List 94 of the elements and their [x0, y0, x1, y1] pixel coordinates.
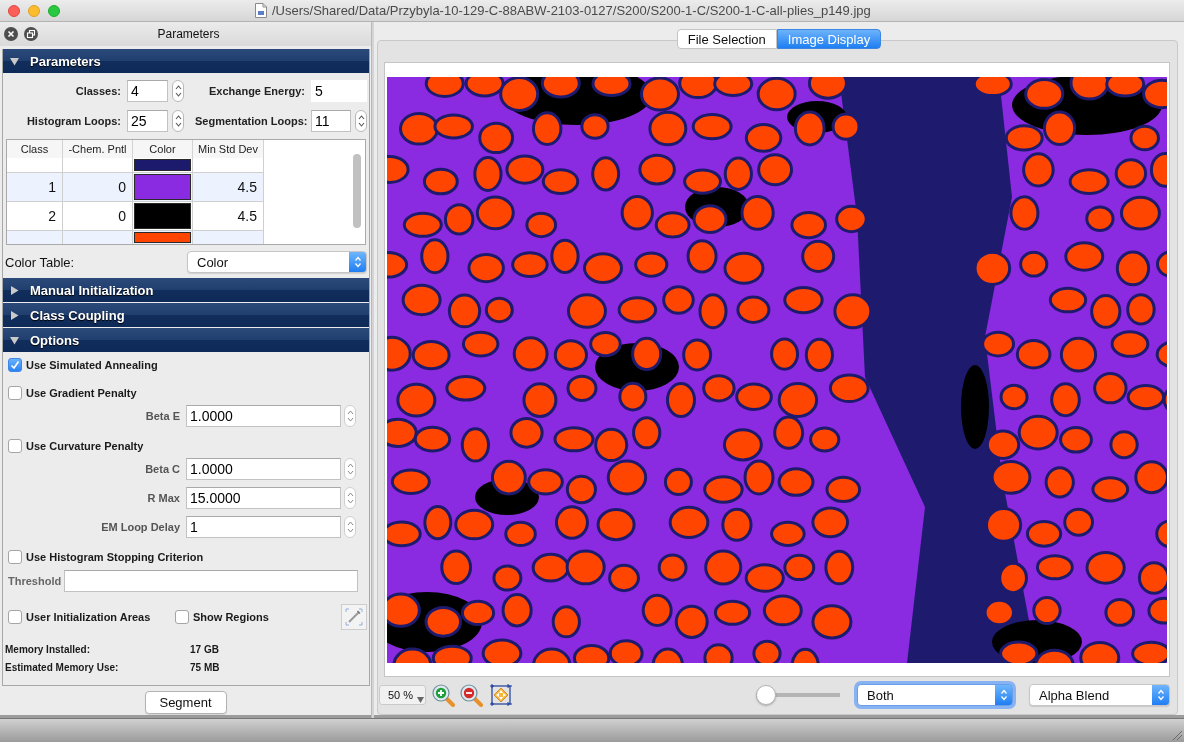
window-minimize-icon[interactable] — [28, 4, 40, 17]
info-value: 75 MB — [190, 661, 220, 673]
checkbox[interactable] — [175, 610, 189, 624]
color-swatch-icon[interactable] — [134, 174, 191, 200]
scrollbar-thumb[interactable] — [353, 154, 361, 228]
color-table-label: Color Table: — [5, 254, 75, 270]
table-cell: 1 — [7, 173, 63, 202]
field-label: Histogram Loops: — [25, 115, 121, 127]
slider-thumb[interactable] — [756, 685, 776, 705]
checkmark-icon — [10, 360, 20, 370]
section-header[interactable]: Options — [3, 328, 369, 352]
up-down-chevron-icon — [357, 114, 365, 128]
up-down-chevron-icon — [174, 114, 182, 128]
window-title: /Users/Shared/Data/Przybyla-10-129-C-88ABW-2103-0127/S200/S200-1-C/S200-1-C-all-plies_p149.jpg — [272, 3, 871, 18]
stepper-button[interactable] — [344, 516, 356, 538]
field-label: Classes: — [74, 85, 121, 97]
column-header[interactable]: -Chem. Pntl — [63, 140, 133, 158]
section-header[interactable]: Manual Initialization — [3, 278, 369, 302]
number-field[interactable]: 1.0000 — [186, 458, 341, 480]
checkbox-label: Show Regions — [193, 611, 269, 623]
checkbox[interactable] — [8, 439, 22, 453]
checkbox[interactable] — [8, 358, 22, 372]
blend-mode-dropdown[interactable]: Alpha Blend — [1029, 684, 1170, 706]
color-swatch-icon[interactable] — [134, 203, 191, 229]
column-header[interactable]: Color — [133, 140, 193, 158]
table-cell: 0 — [63, 173, 133, 202]
document-icon — [255, 3, 267, 18]
up-down-chevron-icon — [353, 255, 362, 269]
stepper-button[interactable] — [344, 458, 356, 480]
checkbox-label: User Initialization Areas — [26, 611, 151, 623]
segment-button[interactable]: Segment — [144, 691, 227, 714]
up-down-chevron-icon — [346, 462, 354, 476]
table-cell: 2 — [7, 202, 63, 231]
column-header[interactable]: Min Std Dev — [193, 140, 264, 158]
checkbox-label: Use Gradient Penalty — [26, 387, 137, 399]
stepper-button[interactable] — [344, 487, 356, 509]
table-cell: 0 — [63, 202, 133, 231]
checkbox[interactable] — [8, 550, 22, 564]
stepper-button[interactable] — [344, 405, 356, 427]
text-field[interactable] — [64, 570, 358, 592]
caret-icon — [417, 697, 424, 703]
checkbox-label: Use Curvature Penalty — [26, 440, 144, 452]
number-field[interactable]: 11 — [311, 110, 351, 132]
stepper-button[interactable] — [172, 110, 184, 132]
display-mode-dropdown[interactable]: Both — [857, 684, 1013, 706]
resize-grip-icon[interactable] — [1172, 730, 1182, 740]
up-down-chevron-icon — [346, 520, 354, 534]
tab[interactable]: File Selection — [676, 29, 777, 49]
region-tool-button[interactable] — [341, 604, 367, 630]
number-field[interactable]: 1 — [186, 516, 341, 538]
window-fullscreen-icon[interactable] — [48, 4, 60, 17]
pen-square-icon — [345, 608, 363, 626]
field-label: Exchange Energy: — [208, 85, 305, 97]
color-swatch-icon[interactable] — [134, 232, 191, 243]
panel-title: Parameters — [157, 27, 220, 41]
field-label: R Max — [146, 492, 180, 504]
color-table-dropdown[interactable]: Color — [187, 251, 367, 273]
overlapping-squares-icon[interactable] — [24, 27, 38, 41]
up-down-chevron-icon — [174, 84, 182, 98]
checkbox-label: Use Histogram Stopping Criterion — [26, 551, 204, 563]
field-label: Segmentation Loops: — [195, 115, 305, 127]
stepper-button[interactable] — [355, 110, 367, 132]
section-header[interactable]: Class Coupling — [3, 303, 369, 327]
column-header[interactable]: Class — [7, 140, 63, 158]
up-down-chevron-icon — [999, 688, 1008, 702]
number-field[interactable]: 1.0000 — [186, 405, 341, 427]
zoom-dropdown[interactable]: 50 % — [379, 685, 426, 705]
up-down-chevron-icon — [346, 491, 354, 505]
section-header[interactable]: Parameters — [3, 49, 369, 73]
table-cell: 4.5 — [193, 173, 264, 202]
fit-arrows-icon[interactable] — [490, 684, 512, 706]
up-down-chevron-icon — [1156, 688, 1165, 702]
number-field[interactable]: 25 — [127, 110, 168, 132]
color-swatch-icon[interactable] — [134, 159, 191, 171]
close-icon[interactable] — [4, 27, 18, 41]
checkbox[interactable] — [8, 610, 22, 624]
info-value: 17 GB — [190, 643, 219, 655]
number-field[interactable]: 15.0000 — [186, 487, 341, 509]
number-field[interactable]: 5 — [311, 80, 367, 102]
field-label: EM Loop Delay — [100, 521, 180, 533]
window-close-icon[interactable] — [8, 4, 20, 17]
table-cell — [7, 231, 63, 244]
number-field[interactable]: 4 — [127, 80, 168, 102]
zoom-out-icon[interactable] — [460, 683, 484, 707]
stepper-button[interactable] — [172, 80, 184, 102]
table-cell: 4.5 — [193, 202, 264, 231]
field-label: Beta E — [144, 410, 180, 422]
info-label: Memory Installed: — [5, 643, 92, 655]
field-label: Beta C — [144, 463, 180, 475]
info-label: Estimated Memory Use: — [5, 661, 120, 673]
checkbox-label: Use Simulated Annealing — [26, 359, 158, 371]
checkbox[interactable] — [8, 386, 22, 400]
zoom-in-icon[interactable] — [432, 683, 455, 707]
up-down-chevron-icon — [346, 409, 354, 423]
